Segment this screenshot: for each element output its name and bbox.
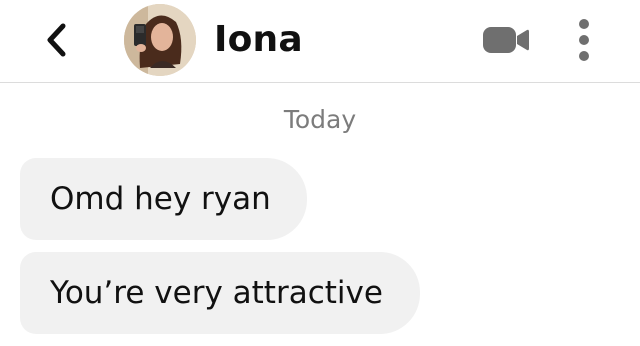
contact-name[interactable]: Iona [214, 18, 303, 62]
chat-header: Iona [0, 0, 640, 83]
profile-photo [124, 4, 196, 76]
avatar[interactable] [124, 4, 196, 76]
back-button[interactable] [36, 18, 76, 62]
more-options-button[interactable] [566, 14, 602, 66]
video-call-button[interactable] [478, 22, 534, 58]
video-camera-icon [483, 27, 529, 53]
date-divider: Today [283, 105, 357, 134]
message-bubble[interactable]: Omd hey ryan [20, 158, 307, 240]
chevron-left-icon [47, 23, 66, 57]
message-bubble[interactable]: You’re very attractive [20, 252, 420, 334]
vertical-dots-icon [579, 19, 589, 61]
